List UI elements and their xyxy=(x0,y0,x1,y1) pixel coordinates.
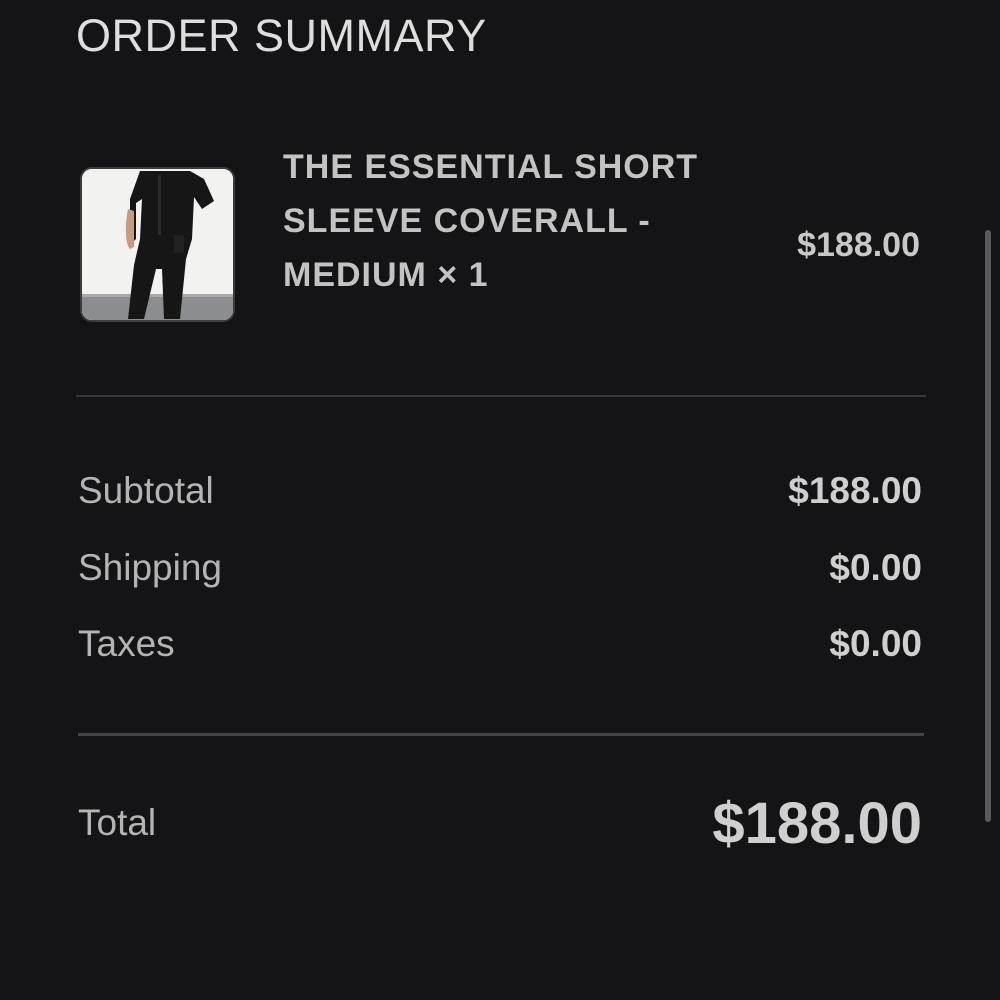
subtotal-label: Subtotal xyxy=(78,470,214,511)
line-item-price: $188.00 xyxy=(797,226,920,264)
product-photo-image xyxy=(82,169,233,320)
subtotal-value: $188.00 xyxy=(788,470,922,511)
divider xyxy=(76,395,926,397)
line-item-name: THE ESSENTIAL SHORT SLEEVE COVERALL - ME… xyxy=(283,148,699,294)
scrollbar[interactable] xyxy=(985,230,991,822)
order-summary-panel: ORDER SUMMARY THE ESSENTIAL SHORT SLEEVE… xyxy=(0,0,1000,1000)
taxes-value: $0.00 xyxy=(829,623,922,664)
total-value: $188.00 xyxy=(712,791,922,856)
order-summary-title: ORDER SUMMARY xyxy=(76,10,487,61)
shipping-label: Shipping xyxy=(78,547,223,588)
taxes-label: Taxes xyxy=(78,623,175,664)
divider xyxy=(78,733,924,736)
product-thumbnail[interactable] xyxy=(80,167,235,322)
total-label: Total xyxy=(78,802,157,843)
shipping-value: $0.00 xyxy=(829,547,922,588)
